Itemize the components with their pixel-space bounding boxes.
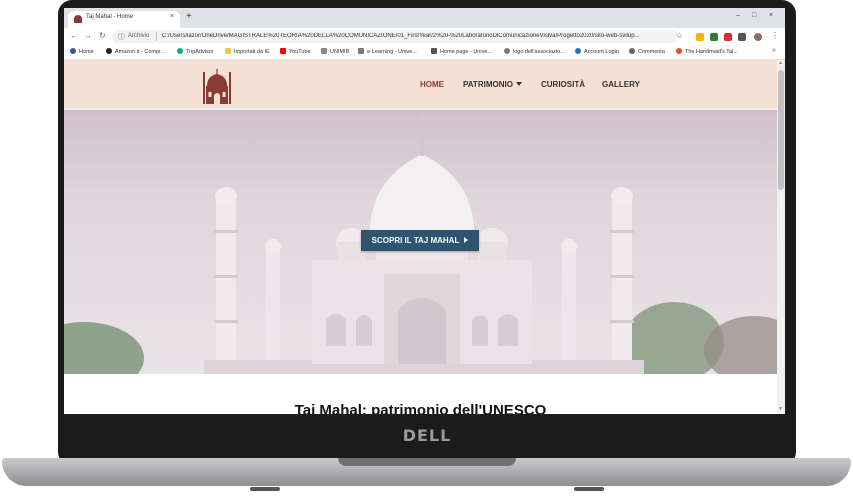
bookmark-item[interactable]: logo dell'associazio... xyxy=(504,48,565,55)
address-separator xyxy=(156,32,157,41)
browser-window: Taj Mahal - Home × + – □ × ← → ↻ ⓘ Archi… xyxy=(64,8,785,414)
nav-gallery[interactable]: GALLERY xyxy=(602,80,640,89)
menu-kebab-icon[interactable]: ⋮ xyxy=(771,31,779,40)
bookmark-label: Account Login xyxy=(584,49,619,55)
tab-taj-mahal-home[interactable]: Taj Mahal - Home × xyxy=(68,11,180,28)
new-tab-icon[interactable]: + xyxy=(186,12,192,22)
browser-toolbar: ← → ↻ ⓘ Archivio C:/Users/lazor/OneDrive… xyxy=(64,28,785,45)
globe-icon xyxy=(629,48,635,54)
bookmarks-bar: Home Amazon.it - Compr... TripAdvisor Im… xyxy=(64,45,785,60)
nav-patrimonio[interactable]: PATRIMONIO xyxy=(463,80,522,89)
page-icon xyxy=(321,48,327,54)
window-close-icon[interactable]: × xyxy=(769,12,773,19)
url-text[interactable]: C:/Users/lazor/OneDrive/MAGISTRALE%20TEO… xyxy=(162,33,667,39)
hero-banner: SCOPRI IL TAJ MAHAL xyxy=(64,110,777,374)
play-arrow-icon xyxy=(464,237,469,243)
info-icon[interactable]: ⓘ xyxy=(118,32,125,42)
bookmark-label: Home page - Unive... xyxy=(440,49,492,55)
forward-arrow-icon[interactable]: → xyxy=(84,31,92,40)
taj-mahal-logo-icon[interactable] xyxy=(203,68,231,104)
bookmark-favicon-icon xyxy=(676,48,682,54)
tripadvisor-icon xyxy=(177,48,183,54)
bookmark-item[interactable]: Importati da IE xyxy=(225,48,270,55)
bookmark-item[interactable]: UNIMIB xyxy=(321,48,349,55)
puzzle-extensions-icon[interactable] xyxy=(738,33,746,41)
hero-button-label: SCOPRI IL TAJ MAHAL xyxy=(371,236,460,245)
bookmark-star-icon[interactable]: ☆ xyxy=(676,31,683,40)
maximize-icon[interactable]: □ xyxy=(752,12,756,19)
scroll-up-icon[interactable]: ▲ xyxy=(778,60,783,66)
laptop-foot xyxy=(574,487,604,491)
minimize-icon[interactable]: – xyxy=(736,12,740,19)
bookmark-label: Amazon.it - Compr... xyxy=(115,49,166,55)
address-bar[interactable]: ⓘ Archivio C:/Users/lazor/OneDrive/MAGIS… xyxy=(112,30,678,43)
bookmark-label: UNIMIB xyxy=(330,49,350,55)
bookmarks-overflow-icon[interactable]: » xyxy=(772,47,776,54)
back-arrow-icon[interactable]: ← xyxy=(70,31,78,40)
nav-curiosita[interactable]: CURIOSITÀ xyxy=(541,80,585,89)
site-header: HOME PATRIMONIO CURIOSITÀ GALLERY xyxy=(64,60,777,108)
tab-title: Taj Mahal - Home xyxy=(86,14,134,20)
bookmark-label: The Handmaid's Tal... xyxy=(685,49,738,55)
profile-avatar-icon[interactable] xyxy=(754,33,762,41)
page-icon xyxy=(358,48,364,54)
extension-icon[interactable] xyxy=(696,33,704,41)
bookmark-item[interactable]: Amazon.it - Compr... xyxy=(106,48,165,55)
page-scrollbar[interactable]: ▲ ▼ xyxy=(777,60,785,414)
page-title: Taj Mahal: patrimonio dell'UNESCO xyxy=(294,402,547,414)
folder-icon xyxy=(225,48,231,54)
extension-icon[interactable] xyxy=(724,33,732,41)
webpage: HOME PATRIMONIO CURIOSITÀ GALLERY SCOPRI… xyxy=(64,60,777,414)
bookmark-item[interactable]: The Handmaid's Tal... xyxy=(676,48,738,55)
page-icon xyxy=(431,48,437,54)
globe-icon xyxy=(504,48,510,54)
youtube-icon xyxy=(280,48,286,54)
account-icon xyxy=(575,48,581,54)
amazon-icon xyxy=(106,48,112,54)
bookmark-item[interactable]: Home xyxy=(70,48,94,55)
nav-home[interactable]: HOME xyxy=(420,80,444,89)
bookmark-item[interactable]: e-Learning - Unive... xyxy=(358,48,417,55)
bookmark-item[interactable]: TripAdvisor xyxy=(177,48,214,55)
caret-down-icon xyxy=(515,82,522,86)
bookmark-label: Home xyxy=(79,49,94,55)
bookmark-label: YouTube xyxy=(289,49,311,55)
discover-taj-mahal-button[interactable]: SCOPRI IL TAJ MAHAL xyxy=(361,230,479,251)
scroll-down-icon[interactable]: ▼ xyxy=(778,406,783,412)
dell-logo: DELL xyxy=(402,426,452,445)
bookmark-label: e-Learning - Unive... xyxy=(367,49,417,55)
reload-icon[interactable]: ↻ xyxy=(99,31,106,40)
laptop-hinge-notch xyxy=(338,458,516,466)
facebook-icon xyxy=(70,48,76,54)
bookmark-item[interactable]: Account Login xyxy=(575,48,619,55)
extension-icon[interactable] xyxy=(710,33,718,41)
bookmark-item[interactable]: YouTube xyxy=(280,48,311,55)
file-scheme-label: Archivio xyxy=(128,33,150,39)
bookmark-label: Commenta xyxy=(638,49,665,55)
taj-mahal-favicon-icon xyxy=(74,15,82,23)
bookmark-item[interactable]: Commenta xyxy=(629,48,665,55)
nav-patrimonio-label: PATRIMONIO xyxy=(463,80,513,89)
bookmark-label: logo dell'associazio... xyxy=(513,49,565,55)
tab-strip: Taj Mahal - Home × + – □ × xyxy=(64,8,785,28)
bookmark-item[interactable]: Home page - Unive... xyxy=(431,48,492,55)
laptop-foot xyxy=(250,487,280,491)
scrollbar-thumb[interactable] xyxy=(778,70,784,190)
bookmark-label: TripAdvisor xyxy=(186,49,214,55)
close-icon[interactable]: × xyxy=(170,13,174,20)
bookmark-label: Importati da IE xyxy=(234,49,270,55)
